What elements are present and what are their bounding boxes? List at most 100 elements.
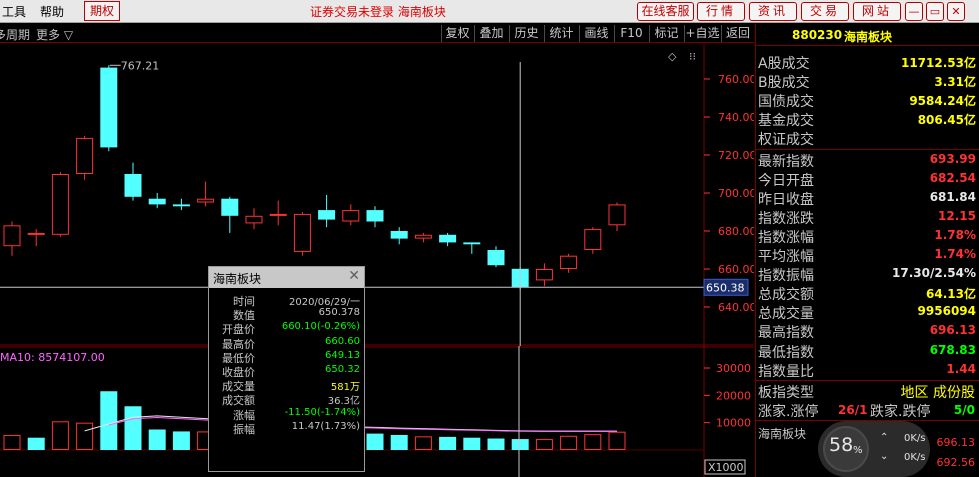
f10-button[interactable]: F10: [614, 25, 648, 42]
network-monitor-widget[interactable]: 58 % ⌃ 0K/s ⌄ 0K/s: [818, 421, 930, 477]
stat-label: 指数涨跌: [758, 210, 814, 227]
download-arrow-icon: ⌄: [880, 451, 889, 462]
volume-unit: X1000: [708, 461, 744, 474]
section-divider: [756, 149, 979, 150]
candle: [197, 181, 215, 207]
popup-row: 开盘价 660.10(-0.26%): [209, 321, 364, 336]
back-button[interactable]: 返回: [721, 25, 754, 42]
board-type-label: 板指类型: [758, 385, 814, 401]
popup-row: 涨幅 -11.50(-1.74%): [209, 407, 364, 422]
upload-arrow-icon: ⌃: [880, 432, 889, 443]
candlestick-chart[interactable]: 760.00 740.00 720.00 700.00 680.00 660.00 640.…: [0, 44, 754, 346]
candle: [100, 65, 118, 152]
candle-body: [293, 213, 311, 252]
usage-percent: 58: [829, 434, 854, 456]
stat-value: 11712.53亿: [900, 56, 976, 70]
rise-label: 涨家.涨停: [758, 404, 819, 420]
menu-tools[interactable]: 工具: [2, 3, 26, 20]
stat-row: 最新指数 693.99: [756, 150, 979, 170]
fall-label: 跌家.跌停: [870, 404, 931, 420]
candle: [27, 229, 45, 247]
volume-bar: [439, 436, 457, 450]
draw-line-button[interactable]: 画线: [579, 25, 613, 42]
menu-help[interactable]: 帮助: [40, 3, 64, 20]
stat-label: 昨日收盘: [758, 191, 814, 208]
stat-label: 国债成交: [758, 94, 814, 111]
stat-label: 最新指数: [758, 153, 814, 170]
stat-value: 682.54: [929, 170, 976, 185]
website-button[interactable]: 网站: [853, 2, 901, 21]
candle: [439, 232, 457, 247]
candle-body: [584, 229, 602, 251]
candle-body: [245, 215, 263, 224]
popup-title-bar[interactable]: 海南板块 ✕: [209, 267, 364, 288]
candle-body: [221, 198, 239, 216]
y-tick-label: 640.00: [718, 301, 754, 314]
stat-label: 最低指数: [758, 344, 814, 361]
y-tick-label: 660.00: [718, 263, 754, 276]
stat-label: 今日开盘: [758, 172, 814, 189]
statistics-button[interactable]: 统计: [544, 25, 578, 42]
stat-label: 总成交额: [758, 287, 814, 304]
candle: [414, 232, 432, 243]
candle-body: [463, 242, 481, 245]
y-tick-label: 720.00: [718, 149, 754, 162]
candle-body: [51, 174, 69, 235]
popup-row: 最高价 660.60: [209, 336, 364, 351]
stat-label: 权证成交: [758, 132, 814, 149]
candle-body: [3, 225, 21, 247]
data-window-popup: 海南板块 ✕ 时间 2020/06/29/一 数值 650.378 开盘价 660.10(…: [208, 266, 365, 472]
volume-bar: [172, 431, 190, 450]
quotes-button[interactable]: 行情: [697, 2, 745, 21]
candle: [148, 193, 166, 209]
stat-value: 3.31亿: [934, 75, 976, 90]
popup-row: 数值 650.378: [209, 307, 364, 322]
index-info-panel: 880230 海南板块 A股成交 11712.53亿 B股成交 3.31亿 国债成交 95…: [755, 24, 979, 477]
menu-options[interactable]: 期权: [84, 1, 120, 21]
close-icon[interactable]: ✕: [348, 268, 360, 284]
stat-row: 昨日收盘 681.84: [756, 188, 979, 208]
chart-options-icon[interactable]: ⁝⁝: [689, 50, 696, 63]
stat-row: 权证成交: [756, 128, 979, 149]
volume-chart[interactable]: 30000 20000 10000 MA10: 8574107.00 X1000: [0, 346, 754, 477]
candle: [560, 253, 578, 273]
y-tick-label: 740.00: [718, 111, 754, 124]
stat-label: 最高指数: [758, 325, 814, 342]
history-button[interactable]: 历史: [509, 25, 543, 42]
popup-row: 振幅 11.47(1.73%): [209, 421, 364, 436]
restore-rights-button[interactable]: 复权: [441, 25, 473, 42]
chart-settings-icon[interactable]: ◇: [668, 50, 677, 63]
volume-bar: [3, 434, 21, 450]
overlay-button[interactable]: 叠加: [474, 25, 508, 42]
candle-body: [390, 231, 408, 239]
candle-body: [197, 198, 215, 203]
add-watchlist-button[interactable]: +自选: [684, 25, 720, 42]
minimize-button[interactable]: —: [905, 2, 923, 21]
volume-bar: [148, 429, 166, 450]
popup-row: 成交量 581万: [209, 378, 364, 393]
candle: [608, 202, 626, 231]
volume-bar: [366, 433, 384, 450]
stat-row: 今日开盘 682.54: [756, 169, 979, 189]
stat-value: 9956094: [917, 304, 976, 319]
mark-button[interactable]: 标记: [649, 25, 683, 42]
close-button[interactable]: ✕: [947, 2, 965, 21]
popup-row: 最低价 649.13: [209, 350, 364, 365]
maximize-button[interactable]: ▭: [926, 2, 944, 21]
stat-label: B股成交: [758, 75, 810, 92]
stat-row: B股成交 3.31亿: [756, 71, 979, 92]
more-label: 更多: [36, 28, 61, 42]
period-selector[interactable]: 多周期: [0, 26, 30, 43]
trade-button[interactable]: 交易: [801, 2, 849, 21]
stat-label: 基金成交: [758, 113, 814, 130]
mini-chart-value-2: 692.56: [936, 456, 976, 469]
stat-value: 12.15: [938, 208, 976, 223]
online-service-button[interactable]: 在线客服: [637, 2, 694, 21]
more-menu[interactable]: 更多 ▽: [36, 26, 73, 43]
panel-header: 880230 海南板块: [756, 24, 979, 46]
popup-row: 成交额 36.3亿: [209, 392, 364, 407]
volume-bar: [100, 391, 118, 450]
max-price-label: 767.21: [121, 59, 160, 72]
popup-row: 时间 2020/06/29/一: [209, 293, 364, 308]
news-button[interactable]: 资讯: [749, 2, 797, 21]
